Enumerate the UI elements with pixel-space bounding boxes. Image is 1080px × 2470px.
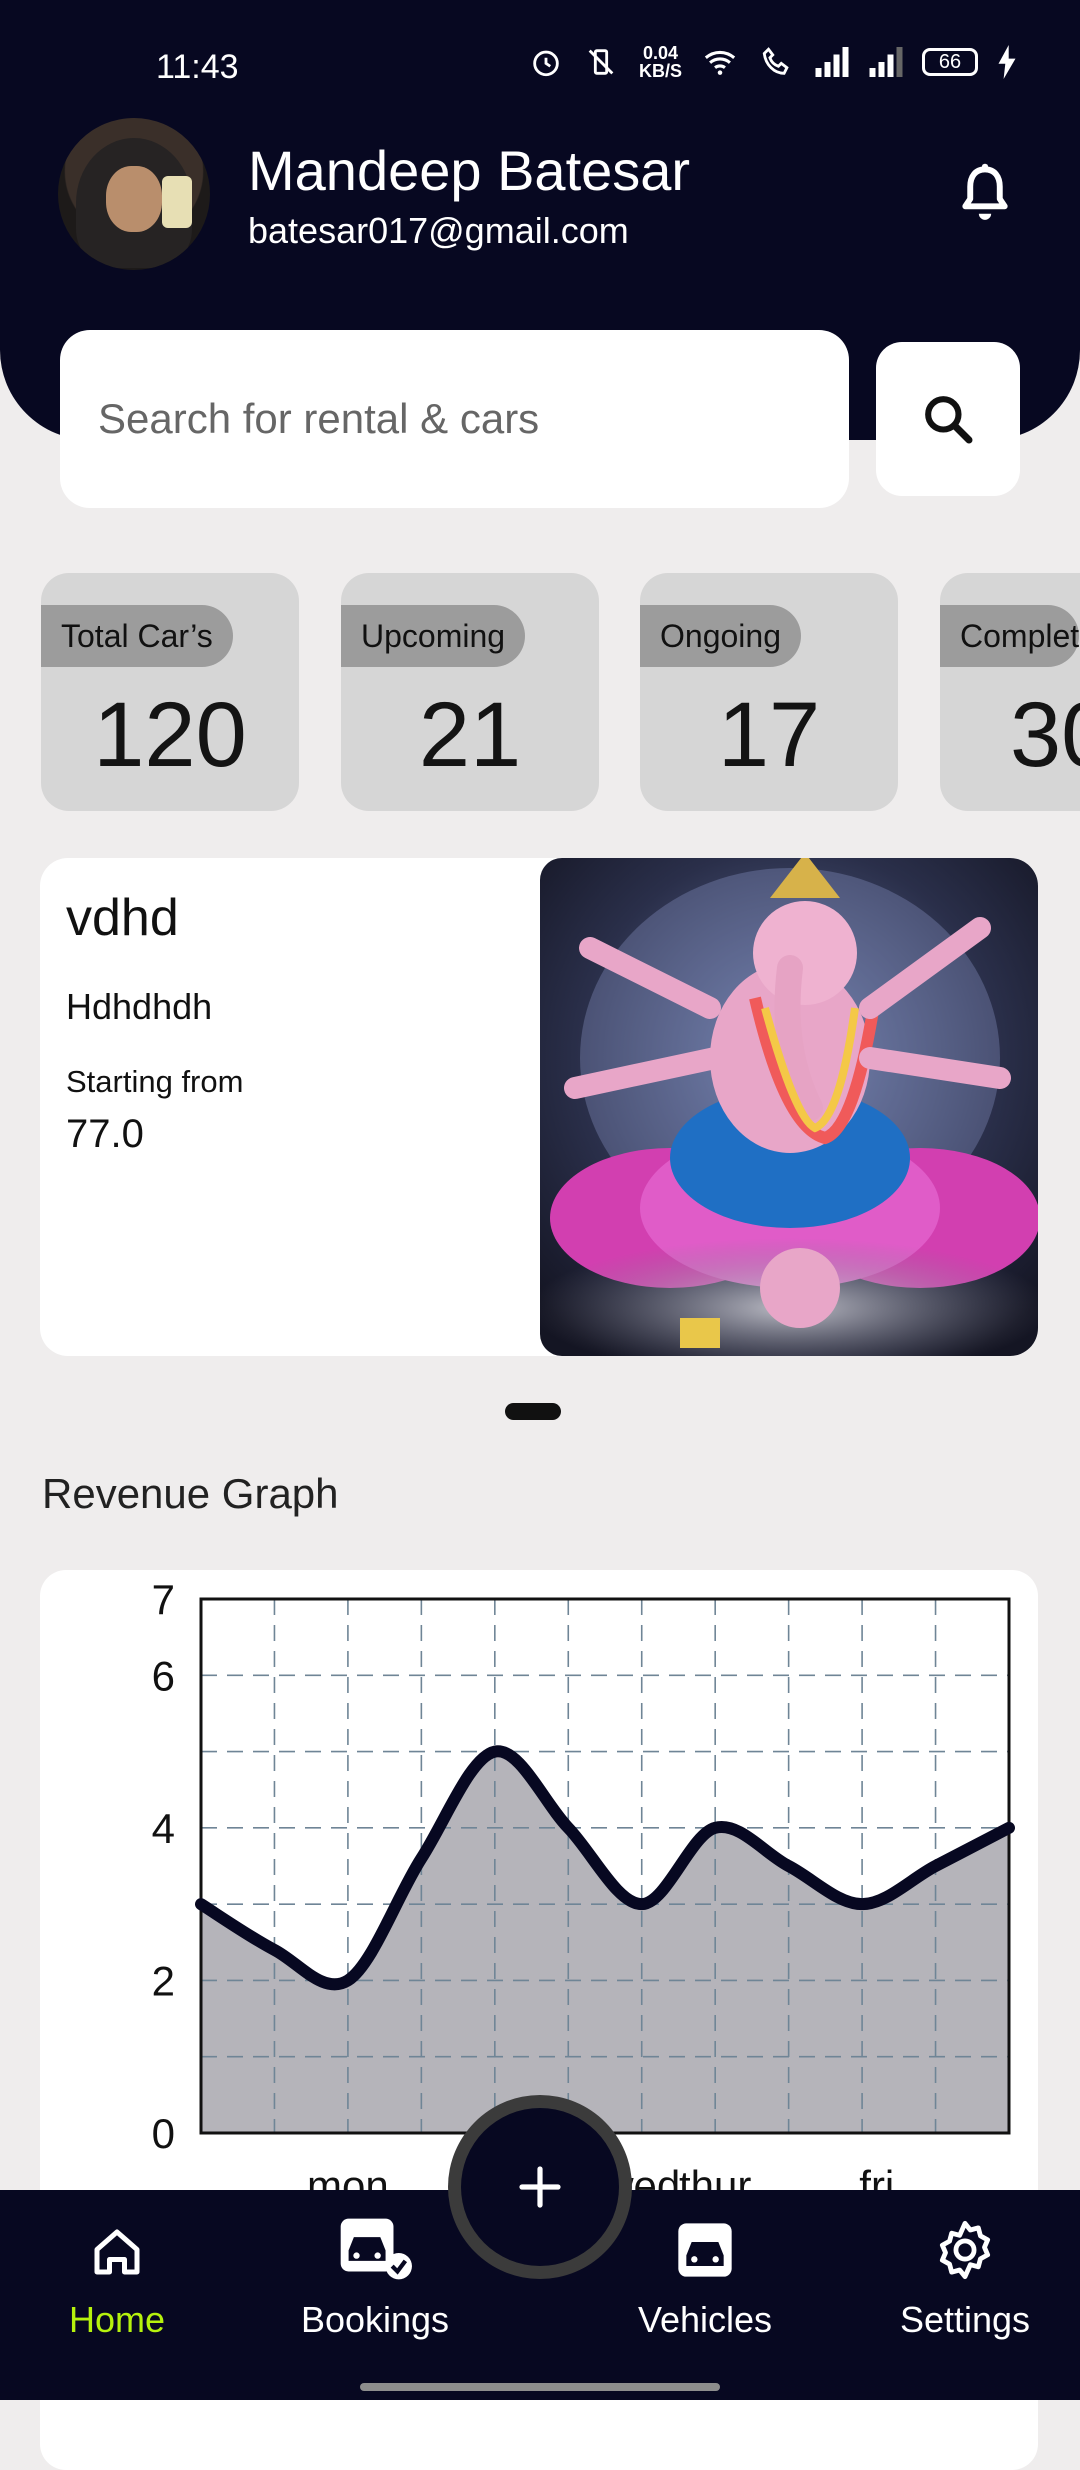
net-speed: 0.04 KB/S bbox=[639, 44, 682, 80]
stat-value: 120 bbox=[93, 684, 247, 786]
search-button[interactable] bbox=[876, 342, 1020, 496]
promo-card[interactable]: vdhd Hdhdhdh Starting from 77.0 bbox=[40, 858, 1038, 1356]
status-icons: 0.04 KB/S 66 bbox=[529, 44, 1018, 80]
nav-item-settings[interactable]: Settings bbox=[880, 2218, 1050, 2341]
signal-icon-1 bbox=[815, 47, 849, 77]
plus-icon bbox=[519, 2166, 561, 2208]
bell-icon[interactable] bbox=[955, 162, 1015, 226]
battery-indicator: 66 bbox=[922, 48, 978, 76]
stat-value: 21 bbox=[418, 684, 522, 786]
status-time: 11:43 bbox=[156, 48, 239, 86]
vibrate-off-icon bbox=[588, 49, 614, 75]
bookings-car-icon bbox=[340, 2218, 412, 2280]
add-button[interactable] bbox=[448, 2095, 632, 2279]
y-tick-label: 2 bbox=[152, 1957, 175, 2004]
stat-label: Complet bbox=[940, 605, 1080, 667]
net-speed-value: 0.04 bbox=[642, 43, 679, 63]
charging-icon bbox=[998, 45, 1016, 79]
gear-icon bbox=[939, 2220, 991, 2280]
promo-subtitle: Hdhdhdh bbox=[66, 986, 213, 1027]
alarm-icon bbox=[533, 50, 559, 77]
nav-label: Bookings bbox=[300, 2299, 450, 2340]
nav-item-home[interactable]: Home bbox=[52, 2222, 182, 2341]
stat-card-total-cars[interactable]: Total Car’s 120 bbox=[41, 573, 299, 811]
stat-card-ongoing[interactable]: Ongoing 17 bbox=[640, 573, 898, 811]
user-email: batesar017@gmail.com bbox=[248, 210, 629, 251]
home-icon bbox=[94, 2229, 140, 2275]
status-bar: 11:43 0.04 KB/S 66 bbox=[0, 0, 1080, 120]
stat-value: 17 bbox=[717, 684, 821, 786]
y-tick-label: 6 bbox=[152, 1652, 175, 1699]
search-input[interactable]: Search for rental & cars bbox=[60, 330, 849, 508]
wifi-icon bbox=[704, 50, 736, 75]
net-speed-unit: KB/S bbox=[638, 61, 682, 81]
home-indicator bbox=[360, 2383, 720, 2391]
y-tick-label: 7 bbox=[152, 1576, 175, 1623]
y-tick-label: 4 bbox=[152, 1805, 175, 1852]
nav-item-bookings[interactable]: Bookings bbox=[290, 2216, 460, 2341]
carousel-indicator bbox=[505, 1403, 561, 1420]
stat-value: 30 bbox=[1010, 684, 1080, 786]
vehicles-car-icon bbox=[678, 2223, 732, 2277]
revenue-title: Revenue Graph bbox=[42, 1470, 339, 1517]
signal-icon-2 bbox=[869, 47, 903, 77]
chart-area bbox=[201, 1751, 1009, 2133]
promo-title: vdhd bbox=[66, 889, 179, 947]
stat-card-upcoming[interactable]: Upcoming 21 bbox=[341, 573, 599, 811]
nav-label: Home bbox=[68, 2299, 166, 2340]
search-placeholder: Search for rental & cars bbox=[98, 395, 540, 442]
promo-starting-label: Starting from bbox=[66, 1064, 244, 1099]
nav-item-vehicles[interactable]: Vehicles bbox=[620, 2218, 790, 2341]
stat-card-completed[interactable]: Complet 30 bbox=[940, 573, 1080, 811]
stat-label: Upcoming bbox=[341, 605, 526, 667]
volte-call-icon bbox=[762, 47, 789, 75]
stat-label: Total Car’s bbox=[41, 605, 233, 667]
stat-label: Ongoing bbox=[640, 605, 801, 667]
y-tick-label: 0 bbox=[152, 2110, 175, 2157]
avatar[interactable] bbox=[58, 118, 210, 270]
nav-label: Vehicles bbox=[637, 2299, 773, 2340]
add-button-inner[interactable] bbox=[461, 2108, 619, 2266]
promo-price: 77.0 bbox=[66, 1112, 144, 1156]
user-name: Mandeep Batesar bbox=[248, 139, 691, 202]
search-icon bbox=[925, 396, 973, 444]
promo-image bbox=[540, 858, 1038, 1356]
nav-label: Settings bbox=[899, 2299, 1031, 2340]
